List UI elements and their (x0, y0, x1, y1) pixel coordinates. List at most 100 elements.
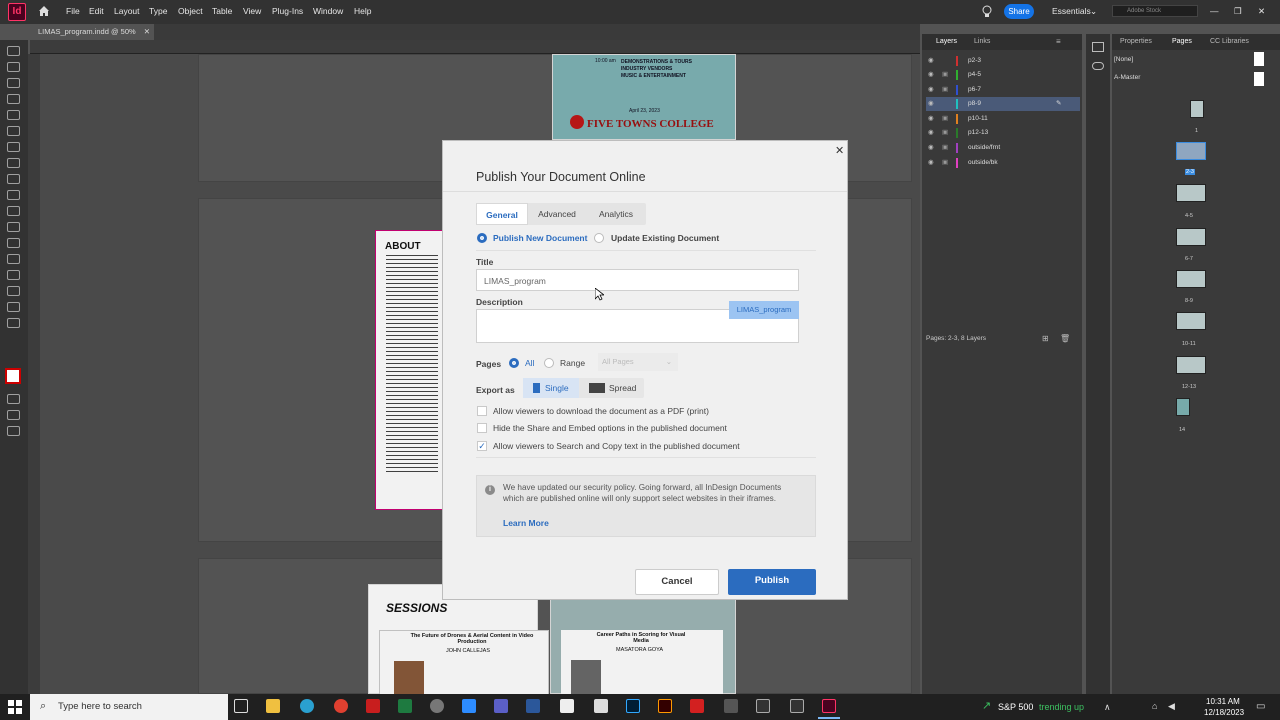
update-existing-label[interactable]: Update Existing Document (611, 233, 719, 243)
eye-icon[interactable]: ◉ (928, 83, 934, 97)
document-tab[interactable]: LIMAS_program.indd @ 50% ✕ (30, 24, 154, 40)
menu-file[interactable]: File (66, 6, 80, 16)
layer-row[interactable]: ◉ ▣ p10-11 (926, 112, 1080, 126)
stock-name[interactable]: S&P 500 (998, 702, 1033, 712)
tab-layers[interactable]: Layers (936, 38, 957, 45)
menu-type[interactable]: Type (149, 6, 167, 16)
eye-icon[interactable]: ◉ (928, 126, 934, 140)
page-thumb-selected[interactable] (1176, 142, 1206, 160)
pages-all-label[interactable]: All (525, 358, 534, 368)
taskbar-search-input[interactable]: Type here to search (30, 694, 228, 720)
volume-icon[interactable]: ◀ (1168, 701, 1175, 712)
lock-icon[interactable]: ▣ (942, 126, 948, 140)
gradient-tool-icon[interactable] (7, 254, 20, 264)
preview-mode-icon[interactable] (7, 426, 20, 436)
page-thumb[interactable] (1176, 184, 1206, 202)
update-existing-radio[interactable] (594, 233, 604, 243)
menu-plugins[interactable]: Plug-Ins (272, 6, 303, 16)
cancel-button[interactable]: Cancel (635, 569, 719, 595)
notification-icon[interactable]: ▭ (1256, 701, 1265, 712)
lock-icon[interactable]: ▣ (942, 68, 948, 82)
lock-icon[interactable]: ▣ (942, 112, 948, 126)
edge-icon[interactable] (300, 699, 314, 713)
pencil-tool-icon[interactable] (7, 174, 20, 184)
free-transform-tool-icon[interactable] (7, 238, 20, 248)
close-window-icon[interactable]: ✕ (1258, 6, 1265, 17)
tab-analytics[interactable]: Analytics (586, 203, 646, 225)
page-thumb[interactable] (1190, 100, 1204, 118)
page-tool-icon[interactable] (7, 78, 20, 88)
layer-row[interactable]: ◉ p2-3 (926, 54, 1080, 68)
allow-search-label[interactable]: Allow viewers to Search and Copy text in… (493, 441, 740, 451)
app-icon[interactable] (790, 699, 804, 713)
learn-more-link[interactable]: Learn More (503, 518, 549, 528)
gap-tool-icon[interactable] (7, 94, 20, 104)
pages-range-radio[interactable] (544, 358, 554, 368)
page-thumb[interactable] (1176, 228, 1206, 246)
fill-stroke-swatch-icon[interactable] (5, 368, 21, 384)
hide-share-checkbox[interactable] (477, 423, 487, 433)
menu-view[interactable]: View (243, 6, 261, 16)
pen-tool-icon[interactable] (7, 158, 20, 168)
tab-pages[interactable]: Pages (1172, 38, 1192, 45)
dialog-close-icon[interactable]: ✕ (835, 144, 844, 157)
screen-mode-icon[interactable] (7, 410, 20, 420)
menu-layout[interactable]: Layout (114, 6, 140, 16)
publish-new-label[interactable]: Publish New Document (493, 233, 587, 243)
share-button[interactable]: Share (1004, 4, 1034, 19)
eyedropper-tool-icon[interactable] (7, 286, 20, 296)
vertical-ruler[interactable] (28, 54, 40, 694)
close-tab-icon[interactable]: ✕ (144, 27, 150, 36)
rectangle-tool-icon[interactable] (7, 206, 20, 216)
chevron-down-icon[interactable]: ⌄ (1090, 6, 1097, 17)
export-single-option[interactable]: Single (523, 378, 579, 398)
indesign-taskbar-icon[interactable] (822, 699, 836, 713)
trash-icon[interactable]: 🗑 (1060, 334, 1070, 343)
tab-cc-libraries[interactable]: CC Libraries (1210, 38, 1249, 45)
lock-icon[interactable]: ▣ (942, 141, 948, 155)
master-none[interactable]: [None] (1114, 56, 1133, 63)
eye-icon[interactable]: ◉ (928, 141, 934, 155)
layers-icon[interactable] (1092, 42, 1104, 52)
chrome-icon[interactable] (334, 699, 348, 713)
clock-time[interactable]: 10:31 AM (1206, 697, 1240, 706)
menu-help[interactable]: Help (354, 6, 371, 16)
eye-icon[interactable]: ◉ (928, 54, 934, 68)
app-icon[interactable] (756, 699, 770, 713)
pages-all-radio[interactable] (509, 358, 519, 368)
teams-icon[interactable] (494, 699, 508, 713)
tab-properties[interactable]: Properties (1120, 38, 1152, 45)
settings-icon[interactable] (430, 699, 444, 713)
acrobat-pro-icon[interactable] (690, 699, 704, 713)
page-thumb[interactable] (1176, 356, 1206, 374)
tray-chevron-icon[interactable]: ∧ (1104, 702, 1111, 713)
menu-edit[interactable]: Edit (89, 6, 104, 16)
zoom-tool-icon[interactable] (7, 318, 20, 328)
type-tool-icon[interactable] (7, 126, 20, 136)
network-icon[interactable]: ⌂ (1152, 701, 1157, 711)
tab-links[interactable]: Links (974, 38, 990, 45)
lightbulb-icon[interactable] (982, 5, 992, 18)
formatting-container-icon[interactable] (7, 394, 20, 404)
eye-icon[interactable]: ◉ (928, 112, 934, 126)
task-view-icon[interactable] (234, 699, 248, 713)
file-icon[interactable] (594, 699, 608, 713)
content-collector-icon[interactable] (7, 110, 20, 120)
tab-general[interactable]: General (476, 203, 528, 225)
pdf-download-checkbox[interactable] (477, 406, 487, 416)
app-icon[interactable] (724, 699, 738, 713)
menu-table[interactable]: Table (212, 6, 232, 16)
master-a[interactable]: A-Master (1114, 74, 1140, 81)
excel-icon[interactable] (398, 699, 412, 713)
tab-advanced[interactable]: Advanced (528, 203, 586, 225)
zoom-app-icon[interactable] (462, 699, 476, 713)
rectangle-frame-tool-icon[interactable] (7, 190, 20, 200)
links-icon[interactable] (1092, 62, 1104, 70)
adobe-stock-search-input[interactable]: Adobe Stock (1112, 5, 1198, 17)
lock-icon[interactable]: ▣ (942, 83, 948, 97)
horizontal-ruler[interactable] (30, 40, 920, 54)
word-icon[interactable] (526, 699, 540, 713)
direct-selection-tool-icon[interactable] (7, 62, 20, 72)
eye-icon[interactable]: ◉ (928, 156, 934, 170)
publish-button[interactable]: Publish (728, 569, 816, 595)
